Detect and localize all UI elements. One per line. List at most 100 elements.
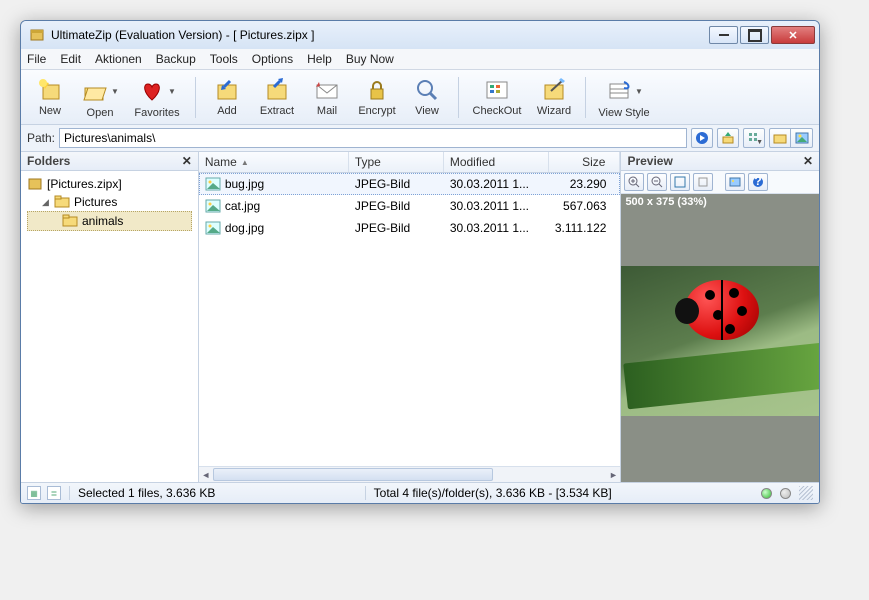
view-large-icon[interactable]: ▦ [27,486,41,500]
new-icon [36,76,64,104]
chevron-down-icon: ▼ [635,87,643,96]
new-button[interactable]: New [27,73,73,120]
tree-root[interactable]: [Pictures.zipx] [27,175,192,193]
open-button[interactable]: ▼ Open [77,73,123,122]
menu-edit[interactable]: Edit [60,52,81,66]
file-row[interactable]: bug.jpgJPEG-Bild30.03.2011 1...23.290 [199,173,621,195]
preview-image [621,266,819,416]
app-icon [29,27,45,43]
titlebar[interactable]: UltimateZip (Evaluation Version) - [ Pic… [21,21,819,49]
extract-icon [263,76,291,104]
preview-toolbar: ? [621,171,819,194]
scroll-left-icon[interactable]: ◄ [199,467,213,483]
close-button[interactable] [771,26,815,44]
col-name[interactable]: Name▲ [199,152,349,172]
chevron-down-icon: ▼ [168,87,176,96]
preview-toggle-button[interactable] [791,128,813,148]
scroll-thumb[interactable] [213,468,493,481]
menu-options[interactable]: Options [252,52,293,66]
folders-header: Folders ✕ [21,152,198,171]
resize-grip[interactable] [799,486,813,500]
view-button[interactable]: View [404,73,450,120]
folder-tree: [Pictures.zipx] ◢ Pictures animals [21,171,198,235]
separator [585,77,586,118]
pathbar: Path: ▼ [21,125,819,152]
sort-asc-icon: ▲ [241,158,249,167]
minimize-button[interactable] [709,26,738,44]
cell-name: bug.jpg [199,174,349,194]
menu-help[interactable]: Help [307,52,332,66]
path-label: Path: [27,131,55,145]
image-file-icon [205,176,221,192]
heart-icon [138,77,166,105]
cell-size: 567.063 [549,197,621,215]
view-list-icon[interactable]: ≣ [47,486,61,500]
separator [195,77,196,118]
menu-tools[interactable]: Tools [210,52,238,66]
column-headers: Name▲ Type Modified Size [199,152,621,173]
tree-animals[interactable]: animals [27,211,192,231]
go-button[interactable] [691,128,713,148]
zoom-in-icon[interactable] [624,173,644,191]
checkout-icon [483,76,511,104]
up-button[interactable] [717,128,739,148]
fit-icon[interactable] [670,173,690,191]
cell-name: cat.jpg [199,196,349,216]
col-modified[interactable]: Modified [444,152,549,172]
close-folders-icon[interactable]: ✕ [182,154,192,168]
viewstyle-button[interactable]: ▼ View Style [594,73,654,122]
checkout-button[interactable]: CheckOut [467,73,527,120]
view-options-button[interactable]: ▼ [743,128,765,148]
file-row[interactable]: dog.jpgJPEG-Bild30.03.2011 1...3.111.122 [199,217,621,239]
chevron-down-icon: ▼ [111,87,119,96]
wizard-button[interactable]: Wizard [531,73,577,120]
workspace: Folders ✕ [Pictures.zipx] ◢ Pictures ani… [21,152,819,482]
actual-size-icon[interactable] [693,173,713,191]
status-total: Total 4 file(s)/folder(s), 3.636 KB - [3… [374,486,612,500]
menu-aktionen[interactable]: Aktionen [95,52,142,66]
cell-modified: 30.03.2011 1... [444,175,549,193]
folders-toggle-button[interactable] [769,128,791,148]
folder-icon [54,194,70,210]
lock-icon [363,76,391,104]
cell-type: JPEG-Bild [349,197,444,215]
zoom-out-icon[interactable] [647,173,667,191]
file-rows: bug.jpgJPEG-Bild30.03.2011 1...23.290cat… [199,173,621,466]
horizontal-scrollbar[interactable]: ◄ ► [199,466,621,482]
cell-size: 3.111.122 [549,219,621,237]
maximize-button[interactable] [740,26,769,44]
menu-backup[interactable]: Backup [156,52,196,66]
image-tools-icon[interactable] [725,173,745,191]
file-row[interactable]: cat.jpgJPEG-Bild30.03.2011 1...567.063 [199,195,621,217]
favorites-button[interactable]: ▼ Favorites [127,73,187,122]
status-light-active [761,488,772,499]
add-button[interactable]: Add [204,73,250,120]
magnifier-icon [413,76,441,104]
cell-type: JPEG-Bild [349,175,444,193]
window-title: UltimateZip (Evaluation Version) - [ Pic… [51,28,709,42]
mail-button[interactable]: Mail [304,73,350,120]
collapse-icon[interactable]: ◢ [41,197,50,208]
menu-buynow[interactable]: Buy Now [346,52,394,66]
svg-text:?: ? [755,176,762,188]
preview-panel: Preview ✕ ? 500 x 375 (33%) [621,152,819,482]
view-switch: ▦ ≣ [27,486,61,500]
viewstyle-icon [605,77,633,105]
menubar: File Edit Aktionen Backup Tools Options … [21,49,819,70]
status-light-idle [780,488,791,499]
menu-file[interactable]: File [27,52,46,66]
path-input[interactable] [59,128,687,148]
close-preview-icon[interactable]: ✕ [803,154,813,168]
encrypt-button[interactable]: Encrypt [354,73,400,120]
cell-size: 23.290 [549,175,621,193]
cell-type: JPEG-Bild [349,219,444,237]
wizard-icon [540,76,568,104]
scroll-right-icon[interactable]: ► [606,467,620,483]
open-icon [81,77,109,105]
col-size[interactable]: Size [549,152,621,172]
extract-button[interactable]: Extract [254,73,300,120]
help-icon[interactable]: ? [748,173,768,191]
tree-pictures[interactable]: ◢ Pictures [27,193,192,211]
cell-modified: 30.03.2011 1... [444,219,549,237]
col-type[interactable]: Type [349,152,444,172]
